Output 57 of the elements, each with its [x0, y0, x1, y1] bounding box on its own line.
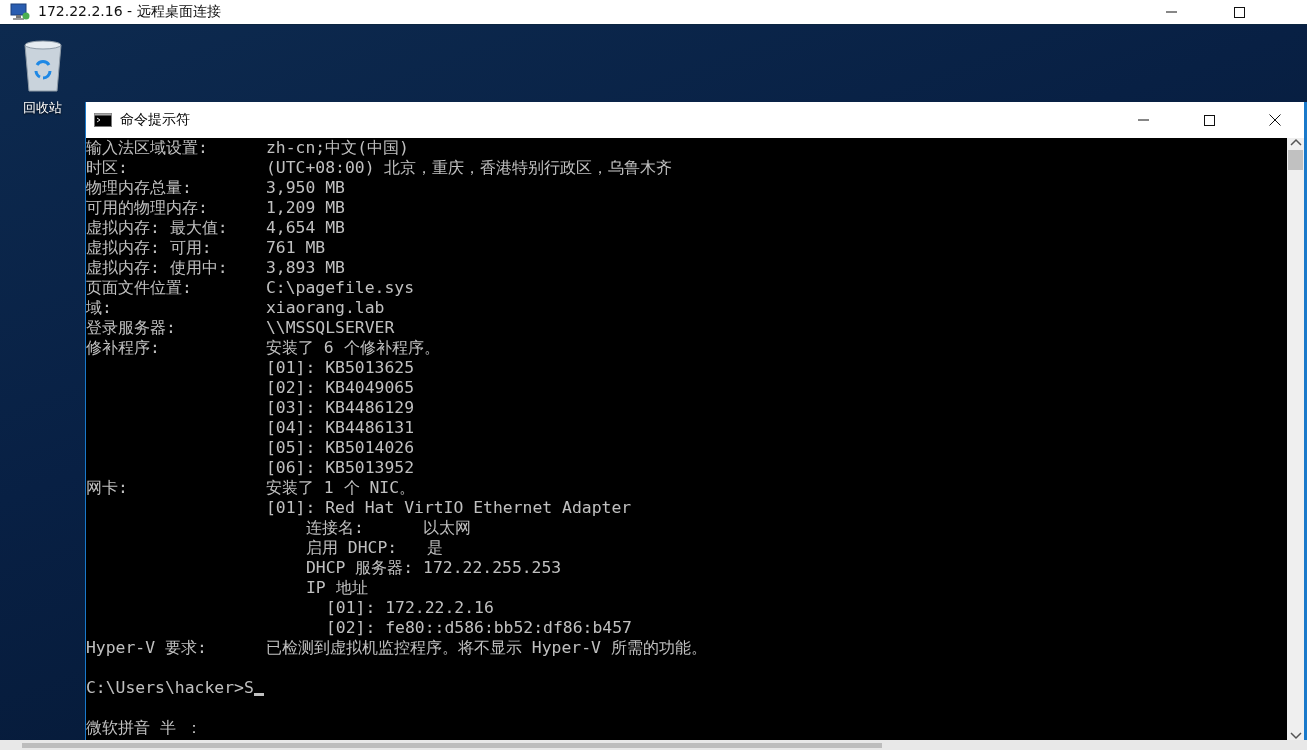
field-value: [01]: Red Hat VirtIO Ethernet Adapter: [266, 498, 632, 518]
field-value: 安装了 6 个修补程序。: [266, 338, 440, 358]
field-value: C:\pagefile.sys: [266, 278, 415, 298]
field-label: 虚拟内存: 可用:: [86, 238, 213, 258]
field-value: 安装了 1 个 NIC。: [266, 478, 416, 498]
field-label: 可用的物理内存:: [86, 198, 209, 218]
scroll-thumb[interactable]: [1288, 150, 1303, 170]
desktop-icon-label[interactable]: 回收站: [23, 99, 62, 117]
maximize-icon: [1233, 6, 1245, 18]
field-value: xiaorang.lab: [266, 298, 385, 318]
field-value: 4,654 MB: [266, 218, 345, 238]
minimize-icon: [1165, 11, 1177, 13]
field-label: 网卡:: [86, 478, 129, 498]
field-value: [04]: KB4486131: [266, 418, 415, 438]
field-label: 域:: [86, 298, 113, 318]
console-text: 启用 DHCP: 是: [306, 538, 443, 558]
field-value: 已检测到虚拟机监控程序。将不显示 Hyper-V 所需的功能。: [266, 638, 707, 658]
field-value: 3,893 MB: [266, 258, 345, 278]
scroll-thumb[interactable]: [22, 742, 882, 748]
maximize-icon: [1203, 114, 1215, 126]
ime-status: 微软拼音 半 ：: [86, 718, 202, 738]
field-value: \\MSSQLSERVER: [266, 318, 395, 338]
console-text: [02]: fe80::d586:bb52:df86:b457: [326, 618, 632, 638]
field-value: [06]: KB5013952: [266, 458, 415, 478]
console-text: [01]: 172.22.2.16: [326, 598, 494, 618]
field-value: [03]: KB4486129: [266, 398, 415, 418]
field-value: [01]: KB5013625: [266, 358, 415, 378]
console-text: 连接名: 以太网: [306, 518, 472, 538]
monitor-icon: [10, 3, 30, 21]
horizontal-scrollbar[interactable]: [0, 740, 1307, 750]
field-label: 虚拟内存: 使用中:: [86, 258, 229, 278]
field-label: Hyper-V 要求:: [86, 638, 208, 658]
field-label: 输入法区域设置:: [86, 138, 209, 158]
field-value: [05]: KB5014026: [266, 438, 415, 458]
scroll-down-icon[interactable]: [1289, 732, 1302, 740]
console-icon: [94, 113, 112, 127]
field-value: [02]: KB4049065: [266, 378, 415, 398]
field-value: 3,950 MB: [266, 178, 345, 198]
window-title: 命令提示符: [120, 111, 191, 129]
window-title: 172.22.2.16 - 远程桌面连接: [38, 3, 222, 21]
field-label: 登录服务器:: [86, 318, 177, 338]
console-text: IP 地址: [306, 578, 368, 598]
field-value: zh-cn;中文(中国): [266, 138, 409, 158]
field-label: 修补程序:: [86, 338, 161, 358]
console-text: DHCP 服务器: 172.22.255.253: [306, 558, 562, 578]
field-label: 页面文件位置:: [86, 278, 193, 298]
field-label: 物理内存总量:: [86, 178, 193, 198]
minimize-icon: [1137, 119, 1149, 121]
field-value: 1,209 MB: [266, 198, 345, 218]
field-label: 时区:: [86, 158, 129, 178]
command-prompt: C:\Users\hacker>S: [86, 678, 254, 698]
scrollbar[interactable]: [1287, 138, 1304, 740]
field-value: 761 MB: [266, 238, 326, 258]
close-icon: [1269, 114, 1281, 126]
field-label: 虚拟内存: 最大值:: [86, 218, 229, 238]
scroll-up-icon[interactable]: [1289, 138, 1302, 146]
field-value: (UTC+08:00) 北京，重庆，香港特别行政区，乌鲁木齐: [266, 158, 673, 178]
